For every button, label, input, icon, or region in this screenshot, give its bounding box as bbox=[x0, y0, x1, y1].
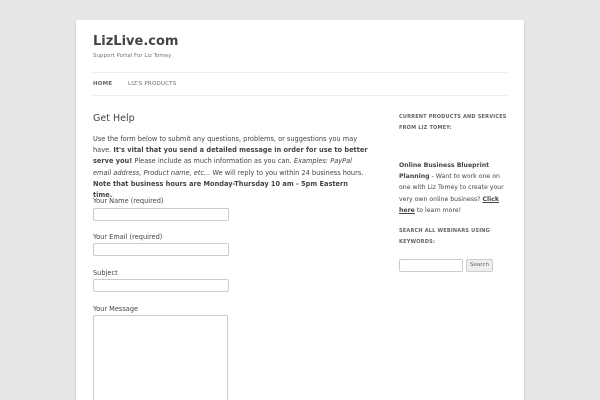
email-label: Your Email (required) bbox=[93, 233, 163, 241]
search-widget-title: SEARCH ALL WEBINARS USING KEYWORDS: bbox=[399, 228, 490, 245]
products-widget-title: CURRENT PRODUCTS AND SERVICES FROM LIZ T… bbox=[399, 114, 507, 131]
subject-input[interactable] bbox=[93, 279, 229, 292]
intro-text-2: Please include as much information as yo… bbox=[132, 157, 294, 166]
nav-item-lizs-products[interactable]: LIZ'S PRODUCTS bbox=[128, 81, 176, 87]
intro-text-3: We will reply to you within 24 business … bbox=[210, 168, 364, 177]
search-input[interactable] bbox=[399, 259, 463, 272]
site-description: Support Portal For Liz Tomey bbox=[93, 53, 172, 59]
product-tail-text: to learn more! bbox=[414, 206, 462, 214]
main-navigation: HOME LIZ'S PRODUCTS bbox=[93, 72, 507, 96]
site-title[interactable]: LizLive.com bbox=[93, 34, 178, 49]
message-label: Your Message bbox=[93, 305, 139, 313]
search-button[interactable]: Search bbox=[466, 259, 493, 272]
name-input[interactable] bbox=[93, 208, 229, 221]
subject-label: Subject bbox=[93, 269, 118, 277]
page-container: LizLive.com Support Portal For Liz Tomey… bbox=[76, 20, 524, 400]
intro-paragraph: Use the form below to submit any questio… bbox=[93, 134, 369, 201]
name-label: Your Name (required) bbox=[93, 197, 164, 205]
products-widget-text: Online Business Blueprint Planning - Wan… bbox=[399, 160, 509, 216]
nav-item-home[interactable]: HOME bbox=[93, 81, 112, 87]
page-title: Get Help bbox=[93, 113, 135, 124]
message-textarea[interactable] bbox=[93, 315, 228, 400]
email-input[interactable] bbox=[93, 243, 229, 256]
